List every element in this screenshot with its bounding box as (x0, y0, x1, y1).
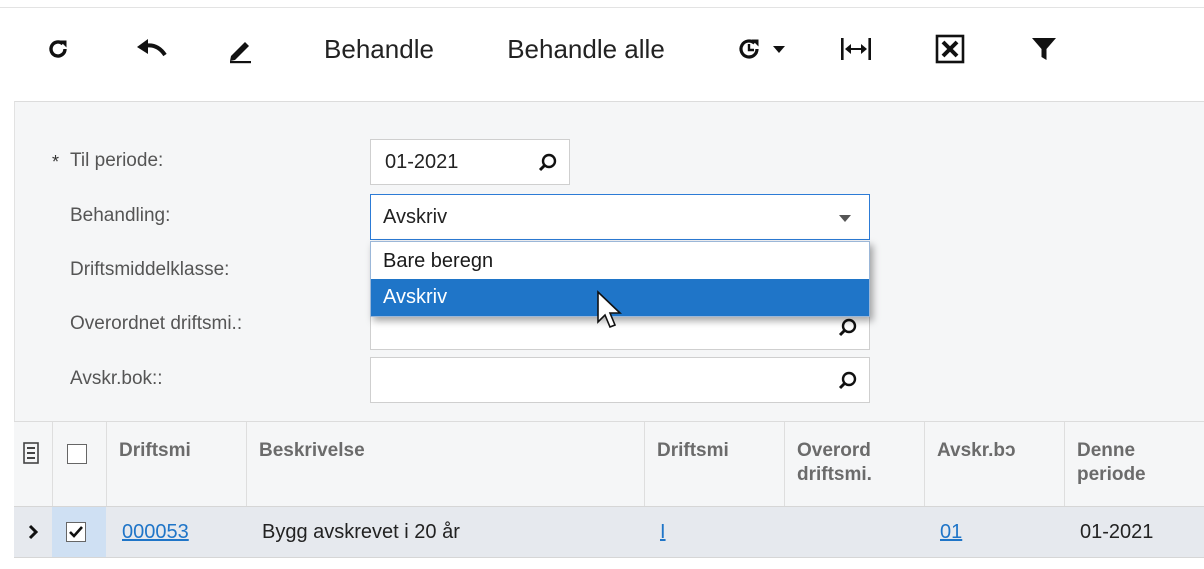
select-all-checkbox[interactable] (67, 444, 87, 464)
top-border (0, 0, 1204, 8)
filter-button[interactable] (1024, 32, 1064, 66)
processing-select[interactable]: Avskriv (370, 194, 870, 240)
row-select-cell (52, 507, 106, 557)
table-row[interactable]: 000053 Bygg avskrevet i 20 år I 01 01-20… (14, 506, 1204, 558)
chevron-down-icon (773, 46, 785, 53)
edit-button[interactable] (220, 32, 260, 66)
refresh-icon (49, 40, 67, 58)
checkmark-icon (69, 526, 83, 538)
process-all-button[interactable]: Behandle alle (494, 32, 678, 66)
chevron-down-icon (839, 215, 851, 222)
depr-book-link[interactable]: 01 (940, 521, 962, 544)
fit-columns-button[interactable] (836, 32, 876, 66)
toolbar: Behandle Behandle alle (0, 9, 1204, 101)
header-asset-2[interactable]: Driftsmi (644, 422, 784, 507)
header-select-all (52, 422, 106, 507)
to-period-value: 01-2021 (385, 151, 459, 173)
processing-value: Avskriv (383, 206, 448, 228)
excel-icon (935, 34, 965, 64)
parent-asset-label: Overordnet driftsmi.: (70, 313, 243, 334)
header-depr-book[interactable]: Avskr.bɔ (924, 422, 1064, 507)
header-description[interactable]: Beskrivelse (246, 422, 644, 507)
undo-button[interactable] (132, 32, 172, 66)
search-icon[interactable] (837, 370, 859, 392)
export-excel-button[interactable] (930, 32, 970, 66)
header-parent-asset[interactable]: Overord driftsmi. (784, 422, 924, 507)
option-bare-beregn[interactable]: Bare beregn (371, 243, 869, 280)
grid-header: Driftsmi Beskrivelse Driftsmi Overord dr… (14, 421, 1204, 507)
depr-book-field[interactable] (370, 357, 870, 403)
search-icon[interactable] (537, 152, 559, 174)
pencil-icon (230, 42, 251, 64)
row-checkbox[interactable] (66, 522, 86, 542)
processing-label: Behandling: (70, 205, 171, 226)
depr-book-label: Avskr.bok:: (70, 368, 163, 389)
asset-link[interactable]: I (660, 521, 666, 544)
search-icon[interactable] (837, 317, 859, 339)
this-period-value: 01-2021 (1080, 521, 1154, 543)
undo-icon (137, 39, 167, 57)
chevron-right-icon (28, 524, 39, 540)
schedule-dropdown-button[interactable] (728, 32, 794, 66)
filter-icon (1032, 38, 1056, 60)
asset-class-label: Driftsmiddelklasse: (70, 259, 230, 280)
column-settings-icon[interactable] (22, 442, 40, 464)
fit-width-icon (841, 38, 871, 60)
to-period-field[interactable]: 01-2021 (370, 139, 570, 185)
asset-id-link[interactable]: 000053 (122, 521, 189, 544)
header-this-period[interactable]: Denne periode (1064, 422, 1204, 507)
clock-refresh-icon (739, 39, 759, 59)
header-asset-id[interactable]: Driftsmi (106, 422, 246, 507)
refresh-button[interactable] (40, 32, 76, 66)
asset-description: Bygg avskrevet i 20 år (262, 521, 460, 543)
required-mark: * (52, 152, 60, 172)
grid-footer (0, 559, 1204, 569)
process-button[interactable]: Behandle (314, 32, 444, 66)
to-period-label: Til periode: (70, 150, 164, 171)
mouse-cursor-icon (597, 290, 622, 329)
